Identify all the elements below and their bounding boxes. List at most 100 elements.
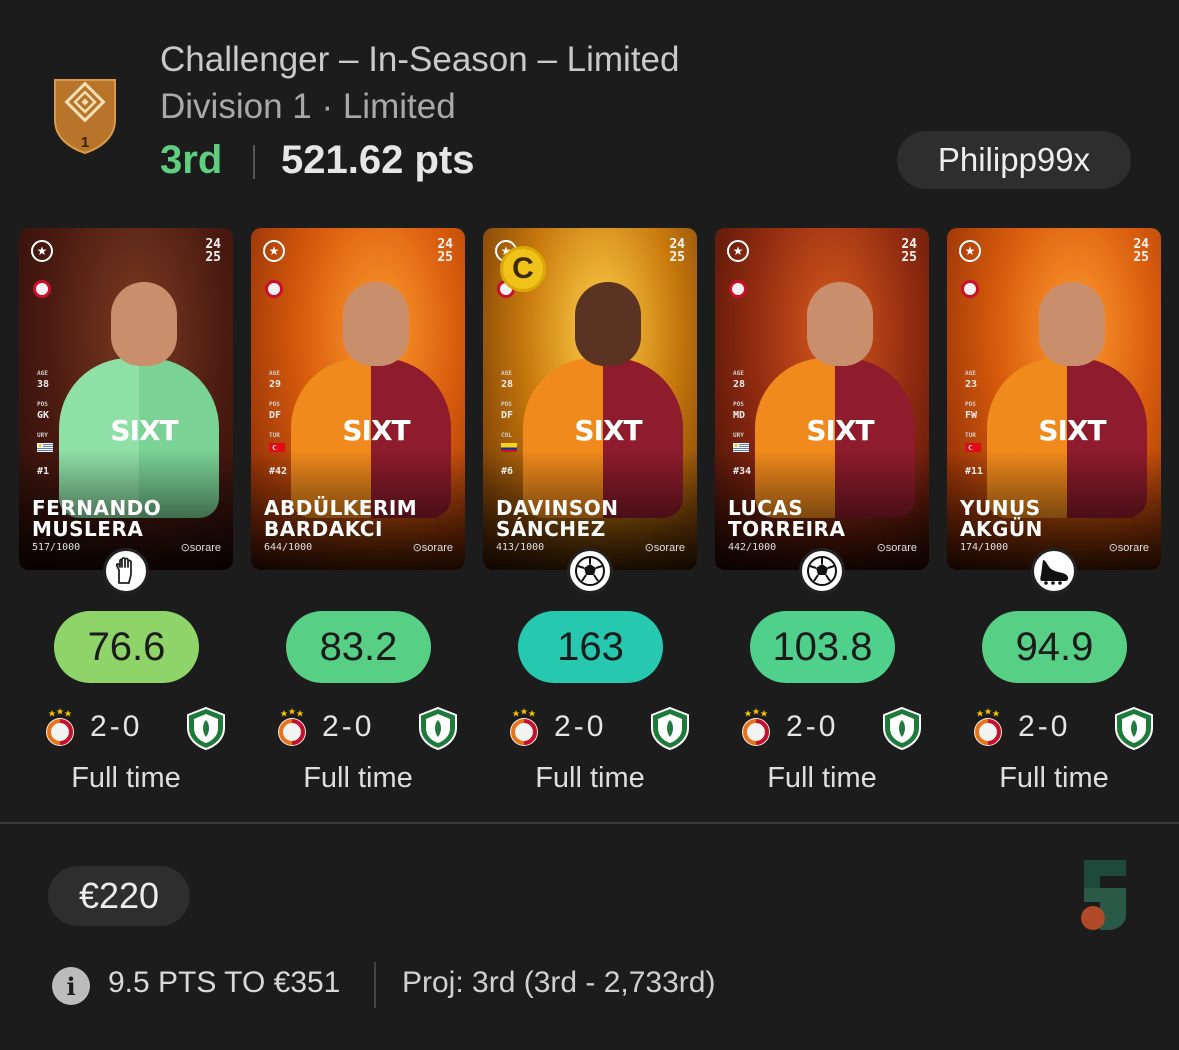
card-serial: 442/1000: [728, 542, 777, 553]
match-status: Full time: [999, 762, 1109, 794]
match-result[interactable]: 2-0: [740, 702, 921, 752]
club-crest-icon: [729, 280, 747, 298]
competition-header: 1 Challenger – In-Season – Limited Divis…: [0, 0, 1179, 200]
sorare-brand: ⊙sorare: [412, 542, 453, 554]
match-score: 2-0: [90, 710, 143, 743]
match-score: 2-0: [786, 710, 839, 743]
player-age: 38: [37, 379, 50, 390]
player-name: FERNANDO MUSLERA: [32, 496, 162, 541]
jersey-sponsor: SIXT: [342, 414, 410, 447]
player-meta: AGE 28 POS DF COL #6: [501, 368, 517, 477]
season-label: 24 25: [205, 237, 221, 265]
info-icon[interactable]: i: [52, 967, 90, 1005]
match-result[interactable]: 2-0: [972, 702, 1153, 752]
football-boot-icon: [1031, 548, 1077, 594]
football-icon: [799, 548, 845, 594]
total-points: 521.62 pts: [281, 138, 475, 182]
player-name: YUNUS AKGÜN: [960, 496, 1043, 541]
season-label: 24 25: [901, 237, 917, 265]
match-result[interactable]: 2-0: [44, 702, 225, 752]
player-slot[interactable]: SIXT ★ 24 25 AGE 23 POS FW TUR #11 YUNUS AKGÜN 174/1…: [947, 228, 1161, 808]
card-serial: 413/1000: [496, 542, 545, 553]
player-name: DAVINSON SÁNCHEZ: [496, 496, 619, 541]
player-age: 23: [965, 379, 978, 390]
player-nationality: COL: [501, 432, 512, 439]
player-position: DF: [501, 410, 514, 421]
player-photo: [807, 282, 873, 366]
competition-title: Challenger – In-Season – Limited: [160, 40, 680, 79]
player-card[interactable]: SIXT ★ 24 25 AGE 29 POS DF TUR #42 ABDÜLKERIM BARDA…: [251, 228, 465, 570]
player-score[interactable]: 83.2: [286, 611, 431, 683]
player-nationality: TUR: [965, 432, 976, 439]
player-card[interactable]: SIXT ★ 24 25 AGE 28 POS DF COL #6 DAVINSON SÁNCHEZ 4…: [483, 228, 697, 570]
player-meta: AGE 23 POS FW TUR #11: [965, 370, 984, 477]
player-slot[interactable]: SIXT ★ 24 25 AGE 28 POS DF COL #6 DAVINSON SÁNCHEZ 4…: [483, 228, 697, 808]
player-score[interactable]: 76.6: [54, 611, 199, 683]
player-position: FW: [965, 410, 978, 421]
player-nationality: URY: [733, 432, 744, 439]
player-meta: AGE 38 POS GK URY #1: [37, 368, 53, 477]
player-score[interactable]: 103.8: [750, 611, 895, 683]
player-card[interactable]: SIXT ★ 24 25 AGE 28 POS MD URY #34 LUCAS TORREIRA 44…: [715, 228, 929, 570]
lineup-cards: SIXT ★ 24 25 AGE 38 POS GK URY #1 FERNANDO MUSLERA 5…: [0, 228, 1179, 808]
rank-separator: [253, 145, 255, 179]
player-number: #1: [37, 466, 50, 477]
sorare-brand: ⊙sorare: [1108, 542, 1149, 554]
player-card[interactable]: SIXT ★ 24 25 AGE 38 POS GK URY #1 FERNANDO MUSLERA 5…: [19, 228, 233, 570]
player-number: #42: [269, 466, 288, 477]
jersey-sponsor: SIXT: [806, 414, 874, 447]
player-score[interactable]: 163: [518, 611, 663, 683]
club-crest-icon: [265, 280, 283, 298]
section-divider: [0, 822, 1179, 824]
card-serial: 174/1000: [960, 542, 1009, 553]
match-score: 2-0: [554, 710, 607, 743]
player-slot[interactable]: SIXT ★ 24 25 AGE 28 POS MD URY #34 LUCAS TORREIRA 44…: [715, 228, 929, 808]
prize-badge[interactable]: €220: [48, 866, 190, 926]
player-score[interactable]: 94.9: [982, 611, 1127, 683]
username-pill[interactable]: Philipp99x: [897, 131, 1131, 189]
rarity-star-icon: ★: [263, 240, 285, 262]
footer-separator: [374, 962, 376, 1008]
sorare-logo-icon: [1081, 860, 1126, 930]
sorare-brand: ⊙sorare: [180, 542, 221, 554]
rank-text: 3rd: [160, 138, 223, 182]
next-prize-text: 9.5 PTS TO €351: [108, 966, 341, 999]
player-nationality: URY: [37, 432, 48, 439]
player-number: #34: [733, 466, 752, 477]
player-slot[interactable]: SIXT ★ 24 25 AGE 38 POS GK URY #1 FERNANDO MUSLERA 5…: [19, 228, 233, 808]
club-crest-icon: [33, 280, 51, 298]
match-score: 2-0: [1018, 710, 1071, 743]
football-icon: [567, 548, 613, 594]
player-number: #6: [501, 466, 514, 477]
jersey-sponsor: SIXT: [110, 414, 178, 447]
season-label: 24 25: [1133, 237, 1149, 265]
player-position: DF: [269, 410, 282, 421]
sorare-brand: ⊙sorare: [644, 542, 685, 554]
player-nationality: TUR: [269, 432, 280, 439]
match-status: Full time: [303, 762, 413, 794]
player-card[interactable]: SIXT ★ 24 25 AGE 23 POS FW TUR #11 YUNUS AKGÜN 174/1…: [947, 228, 1161, 570]
match-result[interactable]: 2-0: [276, 702, 457, 752]
captain-badge: C: [500, 246, 546, 292]
player-meta: AGE 28 POS MD URY #34: [733, 370, 752, 477]
match-result[interactable]: 2-0: [508, 702, 689, 752]
player-position: GK: [37, 410, 50, 421]
rarity-star-icon: ★: [959, 240, 981, 262]
player-age: 28: [501, 379, 514, 390]
player-photo: [575, 282, 641, 366]
goalkeeper-glove-icon: [103, 548, 149, 594]
player-slot[interactable]: SIXT ★ 24 25 AGE 29 POS DF TUR #42 ABDÜLKERIM BARDA…: [251, 228, 465, 808]
card-serial: 517/1000: [32, 542, 81, 553]
card-serial: 644/1000: [264, 542, 313, 553]
player-meta: AGE 29 POS DF TUR #42: [269, 370, 288, 477]
player-name: LUCAS TORREIRA: [728, 496, 846, 541]
player-number: #11: [965, 466, 984, 477]
player-position: MD: [733, 410, 746, 421]
player-name: ABDÜLKERIM BARDAKCI: [264, 496, 418, 541]
season-label: 24 25: [437, 237, 453, 265]
jersey-sponsor: SIXT: [574, 414, 642, 447]
match-status: Full time: [767, 762, 877, 794]
match-status: Full time: [71, 762, 181, 794]
sorare-brand: ⊙sorare: [876, 542, 917, 554]
season-label: 24 25: [669, 237, 685, 265]
